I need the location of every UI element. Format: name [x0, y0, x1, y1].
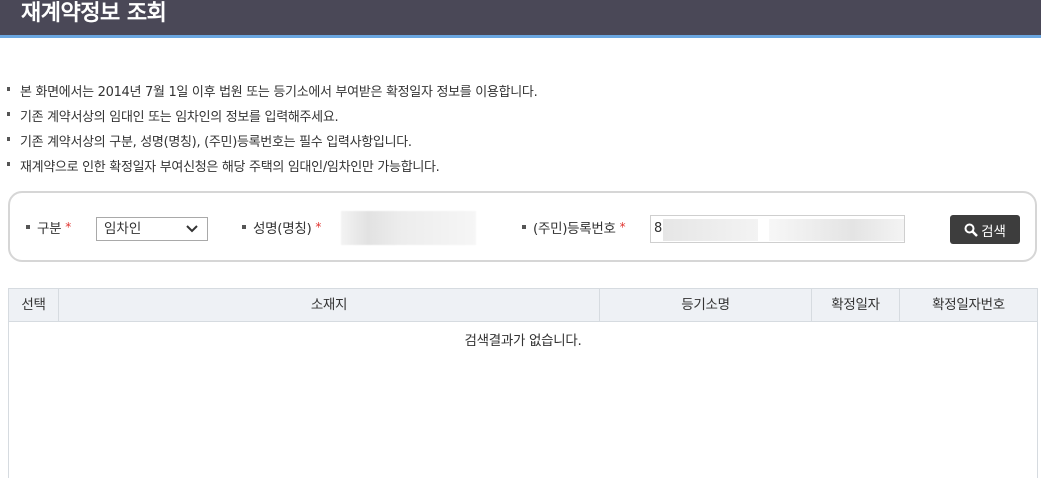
table-header: 선택 소재지 등기소명 확정일자 확정일자번호 [9, 289, 1037, 322]
search-button[interactable]: 검색 [950, 215, 1020, 244]
name-input[interactable] [341, 211, 476, 245]
bullet-icon [242, 224, 246, 229]
type-select[interactable]: 임차인 [96, 217, 208, 241]
column-header-date: 확정일자 [812, 289, 900, 322]
type-select-value: 임차인 [104, 221, 142, 237]
name-label: 성명(명칭) [253, 220, 312, 237]
required-mark: * [315, 219, 322, 234]
reg-field: (주민)등록번호 * [522, 193, 626, 260]
page-title: 재계약정보 조회 [21, 1, 167, 26]
notice-item: 기존 계약서상의 임대인 또는 임차인의 정보를 입력해주세요. [7, 105, 1007, 130]
empty-message: 검색결과가 없습니다. [464, 333, 582, 349]
name-field: 성명(명칭) * [242, 193, 321, 260]
bullet-icon [26, 224, 30, 229]
search-panel: 구분 * 임차인 성명(명칭) * (주민)등록번호 * 8 검색 [8, 191, 1037, 262]
required-mark: * [65, 219, 72, 234]
required-mark: * [619, 219, 626, 234]
column-header-registry: 등기소명 [600, 289, 812, 322]
notice-item: 기존 계약서상의 구분, 성명(명칭), (주민)등록번호는 필수 입력사항입니… [7, 130, 1007, 155]
search-icon [964, 223, 978, 237]
type-field: 구분 * [26, 193, 71, 260]
notice-item: 본 화면에서는 2014년 7월 1일 이후 법원 또는 등기소에서 부여받은 … [7, 80, 1007, 105]
search-button-label: 검색 [981, 223, 1006, 240]
column-header-select: 선택 [9, 289, 59, 322]
title-bar: 재계약정보 조회 [0, 0, 1041, 38]
reg-number-input[interactable]: 8 [650, 215, 905, 243]
column-header-location: 소재지 [59, 289, 600, 322]
type-label: 구분 [37, 220, 62, 237]
bullet-icon [522, 224, 526, 229]
masked-value [769, 219, 904, 241]
notice-list: 본 화면에서는 2014년 7월 1일 이후 법원 또는 등기소에서 부여받은 … [7, 80, 1007, 180]
results-table: 선택 소재지 등기소명 확정일자 확정일자번호 검색결과가 없습니다. [8, 288, 1038, 478]
reg-label: (주민)등록번호 [533, 220, 616, 237]
chevron-down-icon [186, 225, 198, 233]
masked-value [663, 219, 758, 241]
reg-number-value: 8 [654, 221, 663, 236]
notice-item: 재계약으로 인한 확정일자 부여신청은 해당 주택의 임대인/임차인만 가능합니… [7, 155, 1007, 180]
column-header-number: 확정일자번호 [932, 297, 1005, 313]
